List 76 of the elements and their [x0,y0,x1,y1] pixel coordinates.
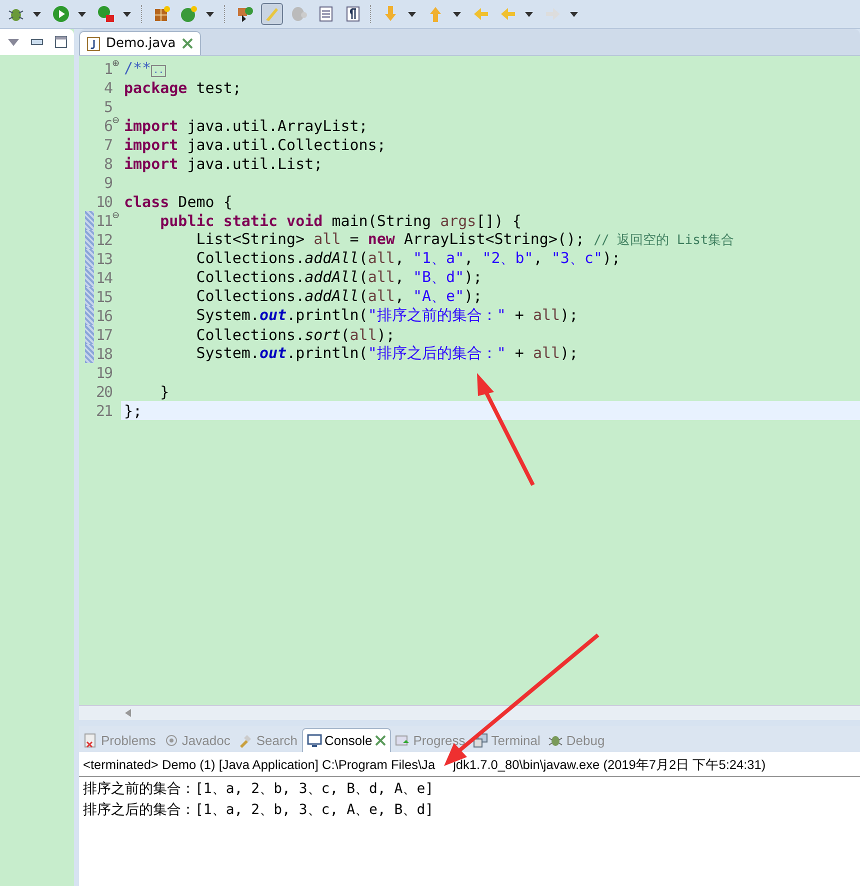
code-line: List<String> all = new ArrayList<String>(); // 返回空的 List集合 [195,230,734,249]
panel-tab[interactable]: Progress [391,728,470,752]
panel-tab[interactable]: Javadoc [160,728,234,752]
line-number: 12 [94,230,112,248]
code-line: import java.util.List; [124,154,323,172]
line-number: 8 [102,154,112,172]
dropdown-caret-icon[interactable] [206,12,214,16]
panel-tab[interactable]: Terminal [469,728,544,752]
monitor-icon [306,733,322,748]
terminal-icon [473,732,488,748]
close-icon[interactable] [375,735,386,746]
line-number: 7 [102,136,112,154]
editor-tab[interactable]: Demo.java [79,31,201,55]
maximize-icon[interactable] [55,36,67,48]
code-line: Collections.addAll(all, "B、d"); [195,268,482,287]
line-number: 9 [102,174,112,192]
line-number: 20 [94,382,112,400]
dropdown-caret-icon[interactable] [123,12,131,16]
panel-tab[interactable]: Search [234,728,302,752]
java-file-icon [87,36,100,50]
run-icon[interactable] [50,3,72,25]
panel-tab[interactable]: Problems [79,728,160,752]
code-line: System.out.println("排序之前的集合：" + all); [195,306,578,325]
code-line: package test; [124,78,242,96]
console-header-text: <terminated> Demo (1) [Java Application] C:\Program Files\Ja [83,757,436,774]
progress-icon [395,732,410,748]
code-line: import java.util.ArrayList; [124,116,368,134]
code-line: import java.util.Collections; [124,136,386,154]
line-number: 6 [102,116,112,134]
fold-marker[interactable]: ⊖ [112,116,120,126]
horizontal-scrollbar[interactable] [79,705,860,720]
code-line: Collections.addAll(all, "1、a", "2、b", "3、c"); [195,249,621,268]
dropdown-caret-icon[interactable] [570,12,578,16]
scroll-left-icon[interactable] [125,709,131,717]
code-line: /**.. [124,59,166,78]
code-line: class Demo { [124,192,232,210]
code-line: } [159,382,170,400]
dropdown-caret-icon[interactable] [408,12,416,16]
line-number: 10 [94,192,112,210]
line-number: 1 [102,60,112,78]
panel-tab[interactable]: Debug [544,728,609,752]
line-number: 16 [94,306,112,324]
dropdown-caret-icon[interactable] [78,12,86,16]
run-toolbox-icon[interactable] [95,3,117,25]
new-class-icon[interactable] [178,3,200,25]
code-line: }; [124,402,142,420]
line-number: 5 [102,98,112,116]
line-number: 14 [94,268,112,286]
line-number: 4 [102,78,112,96]
dropdown-caret-icon[interactable] [33,12,41,16]
line-number: 11 [94,212,112,230]
fold-marker[interactable]: ⊖ [112,211,120,221]
console-output-line: 排序之前的集合：[1、a, 2、b, 3、c, B、d, A、e] [83,780,435,799]
line-number: 19 [94,364,112,382]
line-number: 13 [94,250,112,268]
panel-tab[interactable]: Console [302,728,392,752]
console-output-line: 排序之后的集合：[1、a, 2、b, 3、c, A、e, B、d] [83,801,435,820]
brush-icon[interactable] [261,3,283,25]
code-line: Collections.sort(all); [195,326,395,344]
view-menu-icon[interactable] [8,38,19,46]
code-line: System.out.println("排序之后的集合：" + all); [195,344,578,363]
problems-icon [83,732,98,748]
fold-marker[interactable]: ⊕ [112,59,120,69]
flashlight-icon [238,732,254,748]
dropdown-caret-icon[interactable] [453,12,461,16]
minimize-icon[interactable] [31,39,43,45]
line-number: 18 [94,344,112,362]
console-header-text: jdk1.7.0_80\bin\javaw.exe (2019年7月2日 下午5:24:31) [453,757,766,774]
at-icon [164,732,179,748]
dropdown-caret-icon[interactable] [525,12,533,16]
code-line: public static void main(String args[]) { [159,212,522,230]
code-line: Collections.addAll(all, "A、e"); [195,287,482,306]
line-number: 17 [94,326,112,344]
close-icon[interactable] [182,38,193,49]
line-number: 21 [94,402,112,420]
line-number: 15 [94,288,112,306]
